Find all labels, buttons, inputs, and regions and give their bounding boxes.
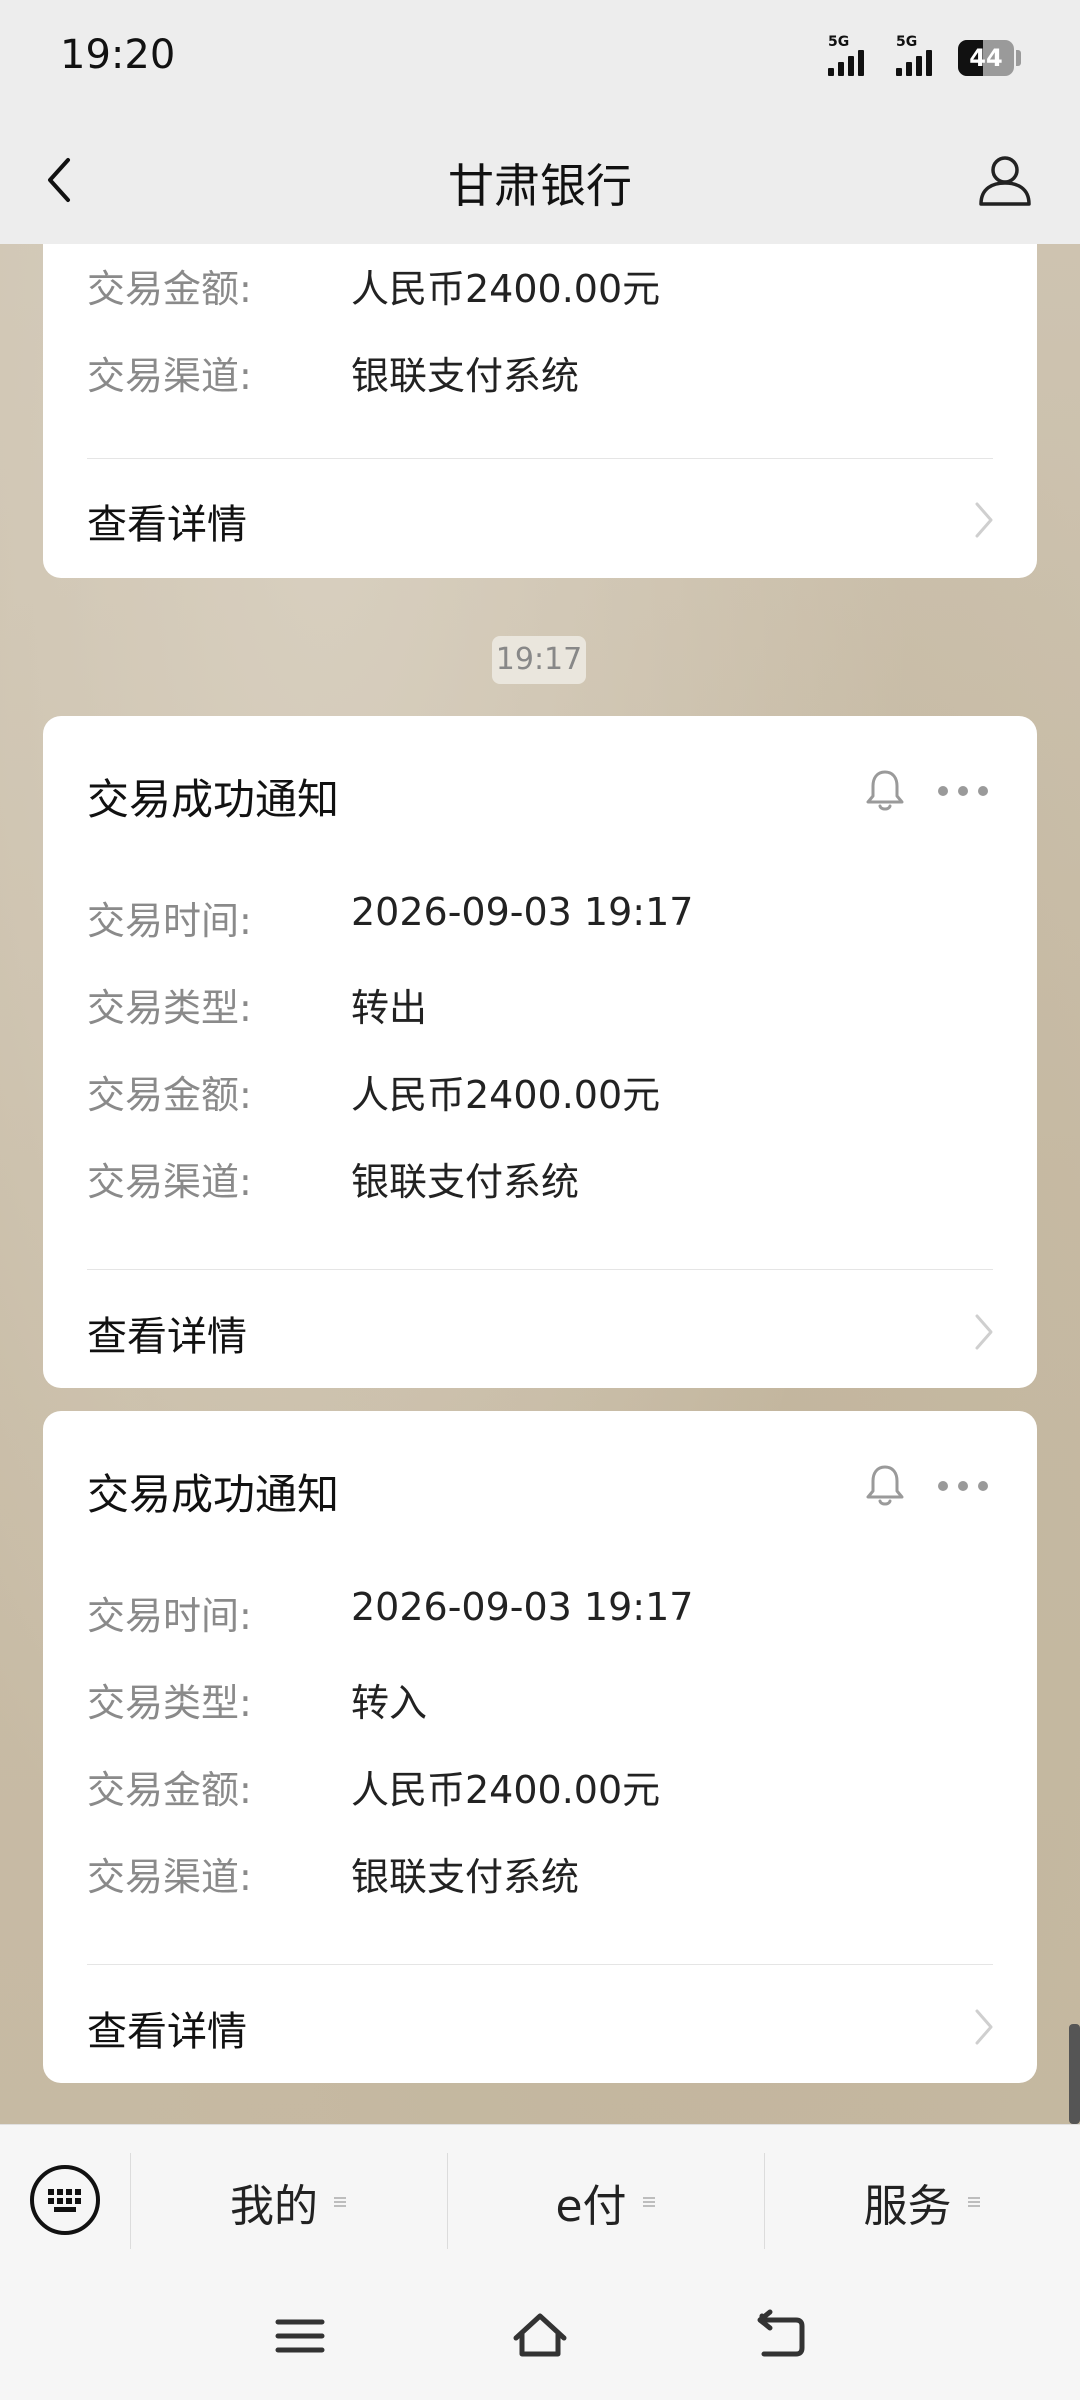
signal-2-icon: 5G [896, 34, 932, 76]
battery-icon: 44 [958, 40, 1014, 76]
more-options-icon[interactable] [937, 784, 989, 798]
card-title: 交易成功通知 [87, 775, 340, 824]
bell-icon[interactable] [865, 1463, 905, 1507]
back-icon[interactable] [750, 2308, 810, 2364]
notification-card: 交易成功通知 交易时间: 2026-09-03 19:17 交易类型: 转入 交… [43, 1411, 1037, 2083]
view-details-link[interactable]: 查看详情 [87, 1304, 247, 1362]
battery-level: 44 [969, 44, 1003, 72]
header-bar: 甘肃银行 [0, 120, 1080, 244]
chevron-right-icon[interactable] [973, 1312, 995, 1352]
message-timestamp: 19:17 [492, 636, 586, 684]
chevron-right-icon[interactable] [973, 2007, 995, 2047]
system-nav-bar [0, 2280, 1080, 2400]
menu-item-label: 我的 [230, 2181, 318, 2232]
menu-item-services[interactable]: 服务 [765, 2157, 1080, 2247]
home-icon[interactable] [510, 2308, 570, 2364]
divider [87, 458, 993, 459]
page-title: 甘肃银行 [448, 159, 632, 213]
submenu-lines-icon [642, 2197, 655, 2207]
menu-item-label: e付 [555, 2181, 627, 2232]
status-time: 19:20 [60, 32, 176, 78]
chevron-right-icon[interactable] [973, 500, 995, 540]
submenu-lines-icon [967, 2197, 980, 2207]
view-details-link[interactable]: 查看详情 [87, 1999, 247, 2057]
submenu-lines-icon [334, 2197, 346, 2207]
notification-card: 交易成功通知 交易时间: 2026-09-03 19:17 交易类型: 转出 交… [43, 716, 1037, 1388]
bell-icon[interactable] [865, 768, 905, 812]
bottom-menu: 我的 e付 服务 [0, 2124, 1080, 2281]
notification-card-partial: 交易金额: 人民币2400.00元 交易渠道: 银联支付系统 查看详情 [43, 244, 1037, 578]
menu-item-label: 服务 [863, 2181, 952, 2232]
user-icon[interactable] [975, 150, 1035, 210]
card-title: 交易成功通知 [87, 1470, 340, 1519]
divider [87, 1964, 993, 1965]
more-options-icon[interactable] [937, 1479, 989, 1493]
scrollbar[interactable] [1069, 2024, 1080, 2124]
status-bar: 19:20 5G 5G 44 [0, 0, 1080, 120]
menu-item-epay[interactable]: e付 [448, 2157, 764, 2247]
menu-item-mine[interactable]: 我的 [131, 2157, 447, 2247]
signal-1-icon: 5G [828, 34, 874, 76]
divider [87, 1269, 993, 1270]
view-details-link[interactable]: 查看详情 [87, 492, 247, 550]
keyboard-icon[interactable] [28, 2163, 102, 2237]
recents-menu-icon[interactable] [270, 2308, 330, 2364]
